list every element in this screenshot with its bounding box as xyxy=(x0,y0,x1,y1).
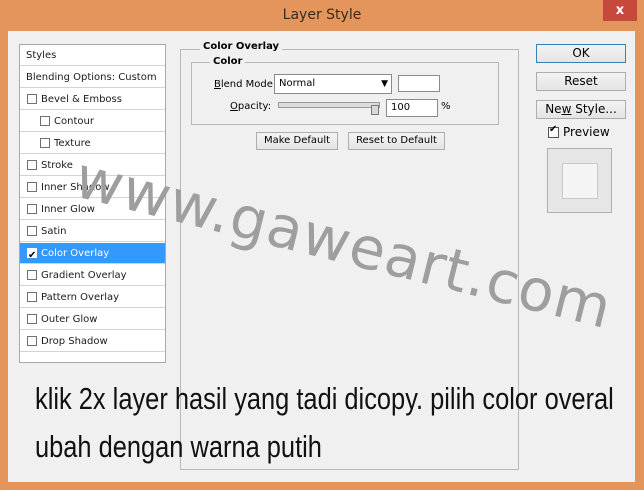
style-item-label: Pattern Overlay xyxy=(41,292,120,303)
overlay-color-swatch[interactable] xyxy=(398,75,440,92)
checkmark-icon: ✔ xyxy=(549,124,558,135)
style-checkbox[interactable]: ✔ xyxy=(27,248,37,261)
opacity-input[interactable]: 100 xyxy=(386,99,438,117)
color-overlay-title: Color Overlay xyxy=(200,41,283,52)
annotation-line-1: klik 2x layer hasil yang tadi dicopy. pi… xyxy=(35,381,614,416)
annotation-line-2: ubah dengan warna putih xyxy=(35,429,322,464)
blend-mode-label: Blend Mode: xyxy=(214,79,277,90)
opacity-unit: % xyxy=(441,101,451,112)
style-checkbox[interactable] xyxy=(27,94,37,104)
preview-thumbnail xyxy=(547,148,612,213)
style-item-label: Contour xyxy=(54,116,94,127)
opacity-slider-thumb[interactable] xyxy=(371,105,379,115)
new-style-button[interactable]: New Style... xyxy=(536,100,626,119)
styles-header[interactable]: Styles xyxy=(20,45,165,66)
style-checkbox[interactable] xyxy=(27,160,37,170)
style-checkbox[interactable] xyxy=(27,292,37,302)
preview-label: Preview xyxy=(563,125,610,139)
style-checkbox[interactable] xyxy=(40,138,50,148)
styles-item-gradient-overlay[interactable]: Gradient Overlay xyxy=(20,265,165,286)
make-default-button[interactable]: Make Default xyxy=(256,132,338,150)
styles-item-color-overlay[interactable]: ✔ Color Overlay xyxy=(20,243,165,264)
styles-item-drop-shadow[interactable]: Drop Shadow xyxy=(20,331,165,352)
style-item-label: Stroke xyxy=(41,160,73,171)
preview-checkbox[interactable]: ✔ xyxy=(548,124,559,138)
styles-item-pattern-overlay[interactable]: Pattern Overlay xyxy=(20,287,165,308)
styles-item-outer-glow[interactable]: Outer Glow xyxy=(20,309,165,330)
style-item-label: Satin xyxy=(41,226,67,237)
styles-item-bevel-emboss[interactable]: Bevel & Emboss xyxy=(20,89,165,110)
dialog-body: Styles Blending Options: Custom Bevel & … xyxy=(8,31,635,482)
style-item-label: Gradient Overlay xyxy=(41,270,127,281)
style-checkbox[interactable] xyxy=(27,336,37,346)
style-item-label: Outer Glow xyxy=(41,314,98,325)
style-checkbox[interactable] xyxy=(27,226,37,236)
style-item-label: Drop Shadow xyxy=(41,336,108,347)
reset-to-default-button[interactable]: Reset to Default xyxy=(348,132,445,150)
layer-style-dialog: Layer Style x Styles Blending Options: C… xyxy=(0,0,644,490)
style-checkbox[interactable] xyxy=(27,314,37,324)
checkmark-icon: ✔ xyxy=(28,250,37,261)
blend-mode-select[interactable]: Normal ▼ xyxy=(274,74,392,94)
style-item-label: Bevel & Emboss xyxy=(41,94,122,105)
style-checkbox[interactable] xyxy=(27,182,37,192)
preview-swatch xyxy=(562,163,598,199)
dialog-title: Layer Style xyxy=(282,7,362,23)
close-button[interactable]: x xyxy=(603,0,637,21)
chevron-down-icon: ▼ xyxy=(381,79,388,89)
style-item-label: Color Overlay xyxy=(41,248,110,259)
ok-button[interactable]: OK xyxy=(536,44,626,63)
style-checkbox[interactable] xyxy=(27,204,37,214)
style-checkbox[interactable] xyxy=(40,116,50,126)
style-checkbox[interactable] xyxy=(27,270,37,280)
opacity-label: Opacity: xyxy=(230,101,272,112)
title-bar[interactable]: Layer Style x xyxy=(0,0,644,30)
blend-mode-value: Normal xyxy=(279,78,316,89)
color-subgroup-title: Color xyxy=(210,56,246,67)
styles-item-contour[interactable]: Contour xyxy=(20,111,165,132)
opacity-slider[interactable] xyxy=(278,102,380,115)
blending-options-item[interactable]: Blending Options: Custom xyxy=(20,67,165,88)
reset-button[interactable]: Reset xyxy=(536,72,626,91)
